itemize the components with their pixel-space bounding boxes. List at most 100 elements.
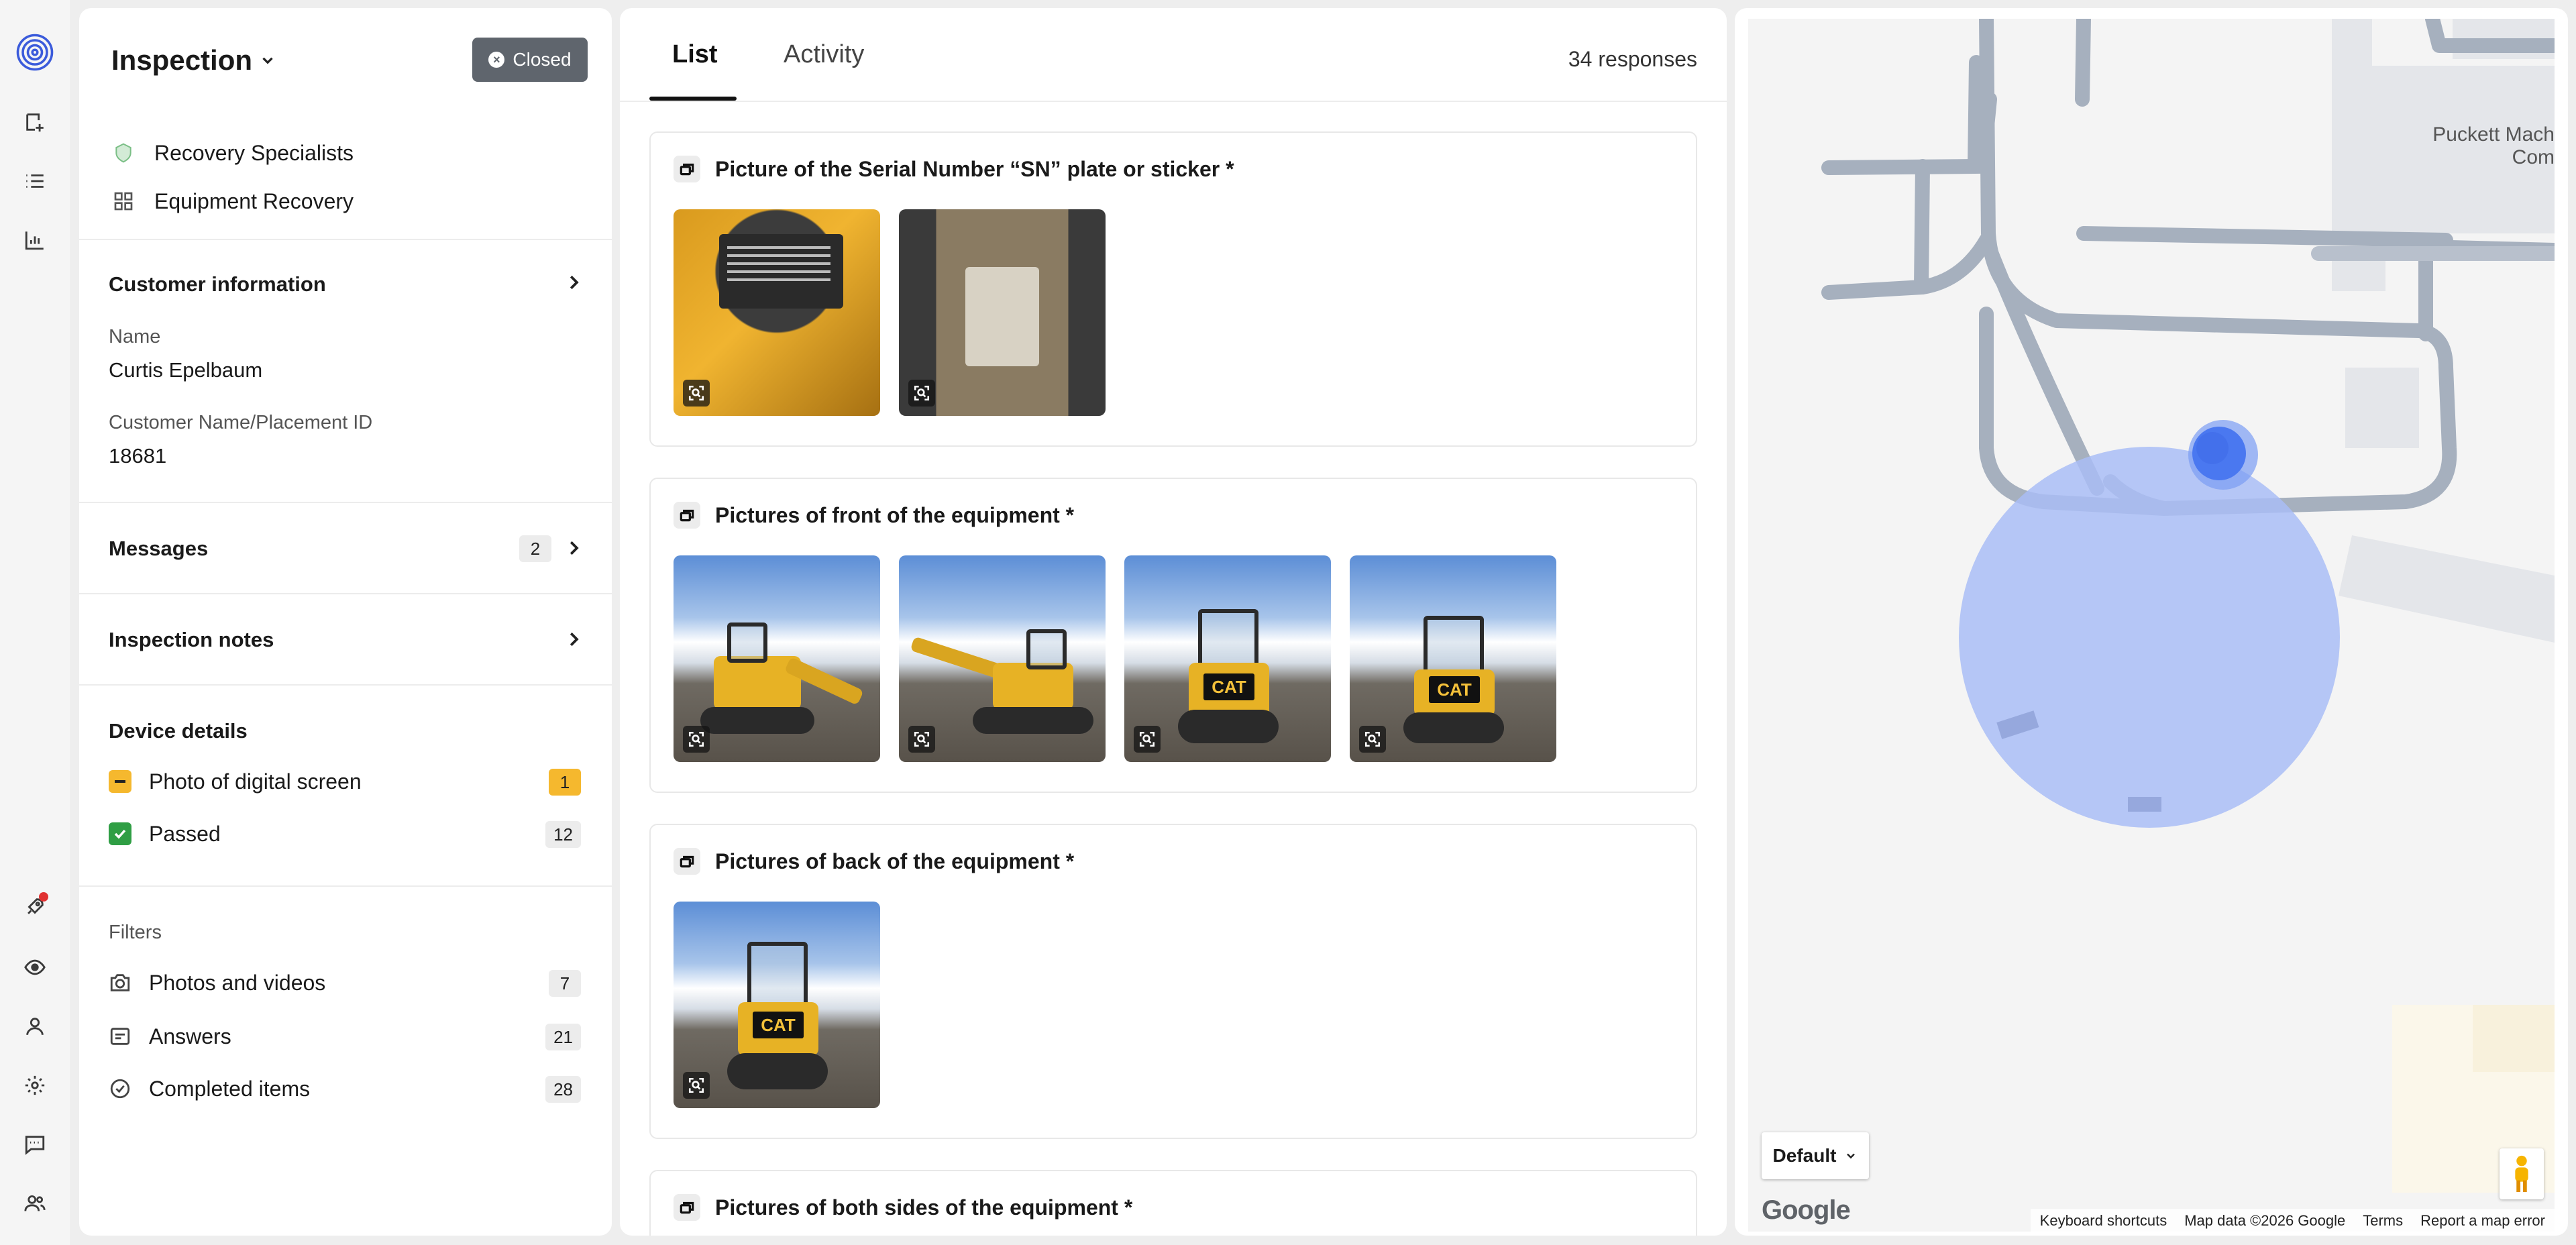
inspection-notes-title: Inspection notes bbox=[109, 628, 274, 651]
response-card-title: Pictures of front of the equipment * bbox=[674, 502, 1074, 529]
template-row: Equipment Recovery bbox=[113, 181, 354, 221]
google-logo: Google bbox=[1762, 1195, 1851, 1225]
response-card-title: Picture of the Serial Number “SN” plate … bbox=[674, 156, 1234, 182]
report-map-error-link[interactable]: Report a map error bbox=[2420, 1212, 2545, 1230]
card-title-text: Pictures of front of the equipment * bbox=[715, 502, 1075, 527]
device-item-count-badge: 1 bbox=[549, 769, 581, 796]
customer-name-value: Curtis Epelbaum bbox=[109, 358, 263, 382]
template-name: Equipment Recovery bbox=[154, 188, 354, 213]
responses-panel: List Activity 34 responses Picture of th… bbox=[620, 8, 1727, 1236]
grid-icon bbox=[114, 192, 133, 211]
keyboard-shortcuts-link[interactable]: Keyboard shortcuts bbox=[2040, 1212, 2167, 1230]
checkmark-icon bbox=[109, 822, 131, 845]
device-item-passed[interactable]: Passed bbox=[109, 817, 221, 851]
zoom-icon[interactable] bbox=[1359, 726, 1386, 753]
chevron-down-icon bbox=[262, 57, 273, 64]
chat-icon[interactable] bbox=[20, 1130, 50, 1159]
map-place-label-line: Com bbox=[2512, 146, 2555, 168]
photo-question-icon bbox=[674, 156, 700, 182]
filter-photos-videos[interactable]: Photos and videos bbox=[109, 966, 325, 999]
map-attribution: Keyboard shortcuts Map data ©2026 Google… bbox=[2030, 1209, 2555, 1232]
device-item-label: Photo of digital screen bbox=[149, 769, 362, 794]
eye-icon[interactable] bbox=[20, 953, 50, 982]
zoom-icon[interactable] bbox=[908, 726, 935, 753]
street-view-pegman-icon[interactable] bbox=[2500, 1148, 2544, 1199]
map-type-label: Default bbox=[1772, 1145, 1837, 1166]
inspection-title: Inspection bbox=[111, 44, 253, 76]
map-canvas bbox=[1821, 19, 2555, 1193]
gear-icon[interactable] bbox=[20, 1071, 50, 1100]
user-icon[interactable] bbox=[20, 1012, 50, 1041]
filter-completed-items[interactable]: Completed items bbox=[109, 1072, 310, 1105]
app-logo-icon[interactable] bbox=[15, 32, 55, 72]
shield-icon bbox=[115, 143, 131, 163]
response-card-title: Pictures of back of the equipment * bbox=[674, 848, 1074, 875]
map-type-dropdown[interactable]: Default bbox=[1762, 1132, 1869, 1179]
analytics-icon[interactable] bbox=[20, 225, 50, 255]
inspection-title-dropdown[interactable]: Inspection bbox=[111, 44, 276, 76]
team-name: Recovery Specialists bbox=[154, 140, 354, 165]
answers-icon bbox=[110, 1028, 130, 1045]
photo-thumbnail[interactable]: CAT bbox=[1350, 555, 1556, 762]
zoom-icon[interactable] bbox=[683, 726, 710, 753]
photo-thumbnail[interactable]: CAT bbox=[1124, 555, 1331, 762]
device-item-count-badge: 12 bbox=[545, 821, 581, 848]
terms-link[interactable]: Terms bbox=[2363, 1212, 2403, 1230]
team-row: Recovery Specialists bbox=[113, 133, 354, 173]
filter-count-badge: 7 bbox=[549, 970, 581, 997]
filter-label: Completed items bbox=[149, 1076, 311, 1101]
close-circle-icon: × bbox=[488, 52, 505, 68]
divider bbox=[79, 239, 612, 240]
tab-bar: List Activity 34 responses bbox=[620, 8, 1727, 102]
check-circle-icon bbox=[110, 1079, 130, 1099]
photo-thumbnail[interactable]: CAT bbox=[674, 902, 880, 1108]
chevron-right-icon bbox=[564, 538, 584, 558]
tab-activity[interactable]: Activity bbox=[784, 40, 864, 69]
response-card: Pictures of front of the equipment * CAT… bbox=[649, 478, 1697, 793]
card-title-text: Pictures of both sides of the equipment … bbox=[715, 1195, 1133, 1220]
list-icon[interactable] bbox=[20, 166, 50, 196]
tab-list[interactable]: List bbox=[672, 40, 718, 69]
cat-logo: CAT bbox=[1429, 676, 1480, 703]
photo-thumbnail[interactable] bbox=[899, 209, 1106, 416]
team-icon[interactable] bbox=[20, 1189, 50, 1218]
response-card: Pictures of back of the equipment * CAT bbox=[649, 824, 1697, 1139]
photo-gallery: CAT CAT bbox=[674, 555, 1556, 762]
chevron-right-icon bbox=[564, 629, 584, 649]
customer-name-label: Name bbox=[109, 326, 161, 347]
status-closed-button[interactable]: × Closed bbox=[472, 38, 588, 82]
rocket-icon[interactable] bbox=[20, 892, 50, 922]
photo-question-icon bbox=[674, 1194, 700, 1221]
map-data-text: Map data ©2026 Google bbox=[2184, 1212, 2346, 1229]
card-title-text: Picture of the Serial Number “SN” plate … bbox=[715, 156, 1234, 181]
device-item-label: Passed bbox=[149, 821, 221, 846]
device-item-photo-digital-screen[interactable]: Photo of digital screen bbox=[109, 765, 362, 798]
photo-thumbnail[interactable] bbox=[674, 555, 880, 762]
location-map[interactable]: Puckett Mach Com Default Google Keyboard… bbox=[1748, 19, 2555, 1232]
filter-count-badge: 21 bbox=[545, 1024, 581, 1050]
zoom-icon[interactable] bbox=[683, 1072, 710, 1099]
placement-id-value: 18681 bbox=[109, 444, 167, 468]
filter-count-badge: 28 bbox=[545, 1076, 581, 1103]
placement-id-label: Customer Name/Placement ID bbox=[109, 412, 373, 433]
photo-thumbnail[interactable] bbox=[899, 555, 1106, 762]
photo-question-icon bbox=[674, 848, 700, 875]
photo-gallery: CAT bbox=[674, 902, 880, 1108]
map-place-label: Puckett Mach Com bbox=[2432, 123, 2555, 169]
warning-checkbox-icon bbox=[109, 770, 131, 793]
card-title-text: Pictures of back of the equipment * bbox=[715, 849, 1075, 873]
new-inspection-icon[interactable] bbox=[20, 107, 50, 137]
messages-count-badge: 2 bbox=[519, 535, 551, 562]
map-panel: Puckett Mach Com Default Google Keyboard… bbox=[1735, 8, 2568, 1236]
photo-thumbnail[interactable] bbox=[674, 209, 880, 416]
notification-dot bbox=[39, 892, 48, 902]
chevron-down-icon bbox=[1847, 1153, 1856, 1159]
zoom-icon[interactable] bbox=[908, 380, 935, 407]
divider bbox=[79, 502, 612, 503]
icon-rail bbox=[0, 0, 70, 1245]
zoom-icon[interactable] bbox=[683, 380, 710, 407]
chevron-right-icon bbox=[564, 272, 584, 292]
filter-answers[interactable]: Answers bbox=[109, 1020, 231, 1053]
zoom-icon[interactable] bbox=[1134, 726, 1161, 753]
status-label: Closed bbox=[513, 49, 572, 70]
